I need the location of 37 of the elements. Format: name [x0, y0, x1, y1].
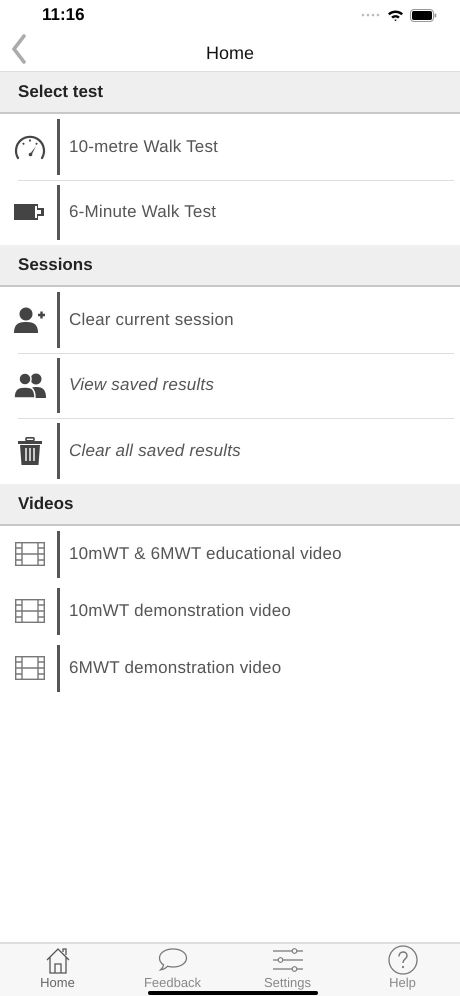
list-item[interactable]: 6MWT demonstration video: [0, 640, 460, 696]
list-item[interactable]: 10mWT demonstration video: [0, 582, 460, 640]
back-icon[interactable]: [12, 34, 26, 64]
list-item[interactable]: 6-Minute Walk Test: [0, 180, 460, 245]
item-label: 6-Minute Walk Test: [69, 202, 216, 222]
list-item[interactable]: Clear all saved results: [0, 418, 460, 484]
item-label: Clear all saved results: [69, 440, 241, 461]
signal-icon: [361, 13, 381, 17]
section-header: Sessions: [0, 245, 460, 287]
section-header: Select test: [0, 72, 460, 114]
person-add-icon: [14, 306, 46, 334]
gauge-icon: [13, 134, 47, 160]
film-icon: [15, 599, 45, 623]
item-label: View saved results: [69, 375, 214, 396]
item-label: Clear current session: [69, 310, 234, 330]
nav-title: Home: [206, 43, 254, 64]
list-item[interactable]: 10-metre Walk Test: [0, 114, 460, 180]
list-item[interactable]: Clear current session: [0, 287, 460, 352]
status-time: 11:16: [42, 5, 85, 25]
help-icon: [388, 945, 418, 975]
item-label: 6MWT demonstration video: [69, 658, 282, 678]
section-header: Videos: [0, 484, 460, 526]
sliders-icon: [272, 947, 304, 973]
battery-icon: [14, 202, 46, 222]
item-label: 10-metre Walk Test: [69, 136, 218, 157]
list-item[interactable]: View saved results: [0, 352, 460, 418]
list-item[interactable]: 10mWT & 6MWT educational video: [0, 526, 460, 582]
wifi-icon: [387, 8, 404, 22]
item-label: 10mWT & 6MWT educational video: [69, 544, 342, 564]
chat-icon: [158, 947, 188, 973]
item-label: 10mWT demonstration video: [69, 601, 292, 621]
battery-icon: [410, 8, 437, 22]
film-icon: [15, 542, 45, 566]
tab[interactable]: Home: [0, 944, 115, 996]
trash-icon: [18, 436, 42, 465]
film-icon: [15, 656, 45, 680]
people-icon: [14, 372, 46, 398]
